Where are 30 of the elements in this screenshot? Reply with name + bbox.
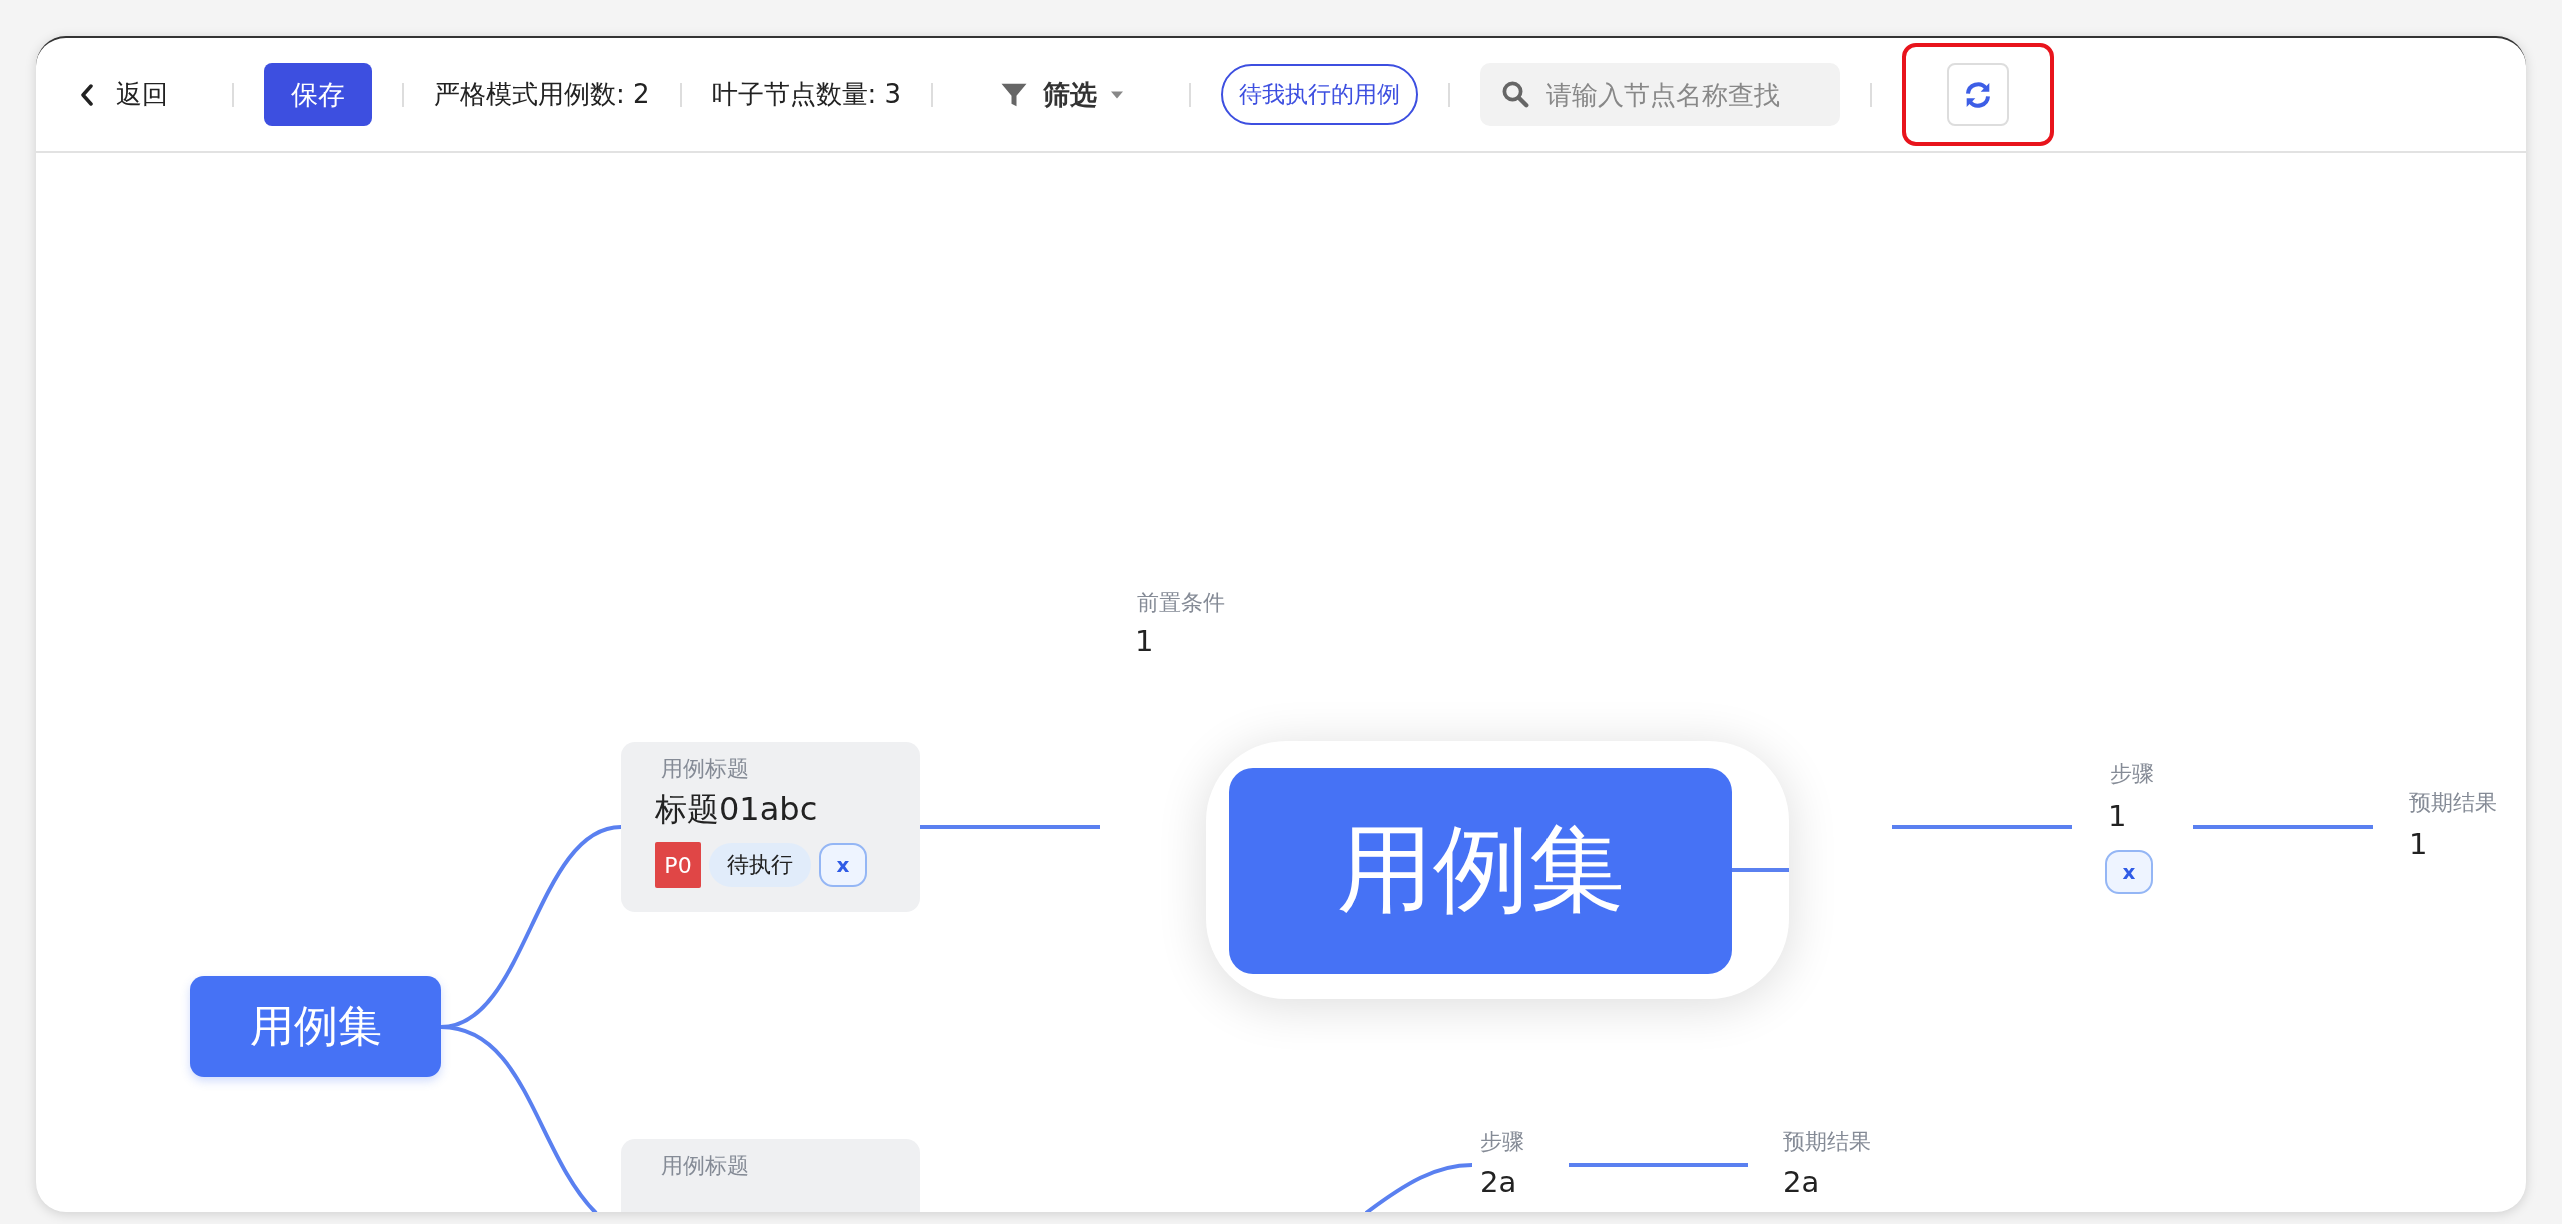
case-title: 标题01abc — [655, 789, 818, 830]
step-label: 步骤 — [1480, 1128, 1524, 1156]
priority-tag: P0 — [655, 842, 701, 888]
step-value: 1 — [2108, 799, 2127, 833]
expected-result-label: 预期结果 — [1783, 1128, 1871, 1156]
refresh-button[interactable] — [1947, 63, 2010, 126]
leaf-node-count: 叶子节点数量: 3 — [711, 78, 902, 111]
expected-result-value: 1 — [2409, 827, 2428, 861]
focus-node[interactable]: 用例集 — [1229, 768, 1732, 974]
case-label: 用例标题 — [661, 1152, 749, 1180]
step-label: 步骤 — [2110, 760, 2154, 788]
caret-icon — [1111, 90, 1124, 99]
root-node[interactable]: 用例集 — [190, 976, 441, 1077]
remove-button[interactable]: x — [819, 843, 867, 887]
expected-result-label: 预期结果 — [2409, 789, 2497, 817]
case-label: 用例标题 — [661, 755, 749, 783]
remove-button[interactable]: x — [2105, 850, 2153, 894]
step-value: 2a — [1480, 1165, 1517, 1199]
filter-dropdown[interactable]: 筛选 — [993, 75, 1130, 114]
strict-case-count: 严格模式用例数: 2 — [434, 78, 650, 111]
status-tag: 待执行 — [709, 843, 811, 887]
chevron-left-icon — [80, 83, 94, 106]
search-field[interactable]: 请输入节点名称查找 — [1480, 63, 1841, 126]
my-cases-toggle[interactable]: 待我执行的用例 — [1221, 64, 1419, 125]
precondition-label: 前置条件 — [1137, 589, 1225, 617]
back-button[interactable]: 返回 — [76, 73, 172, 116]
save-button[interactable]: 保存 — [264, 63, 372, 126]
precondition-value: 1 — [1135, 624, 1154, 658]
expected-result-value: 2a — [1783, 1165, 1820, 1199]
case-card[interactable]: 用例标题 标题01abc P0 待执行 x — [621, 742, 920, 912]
